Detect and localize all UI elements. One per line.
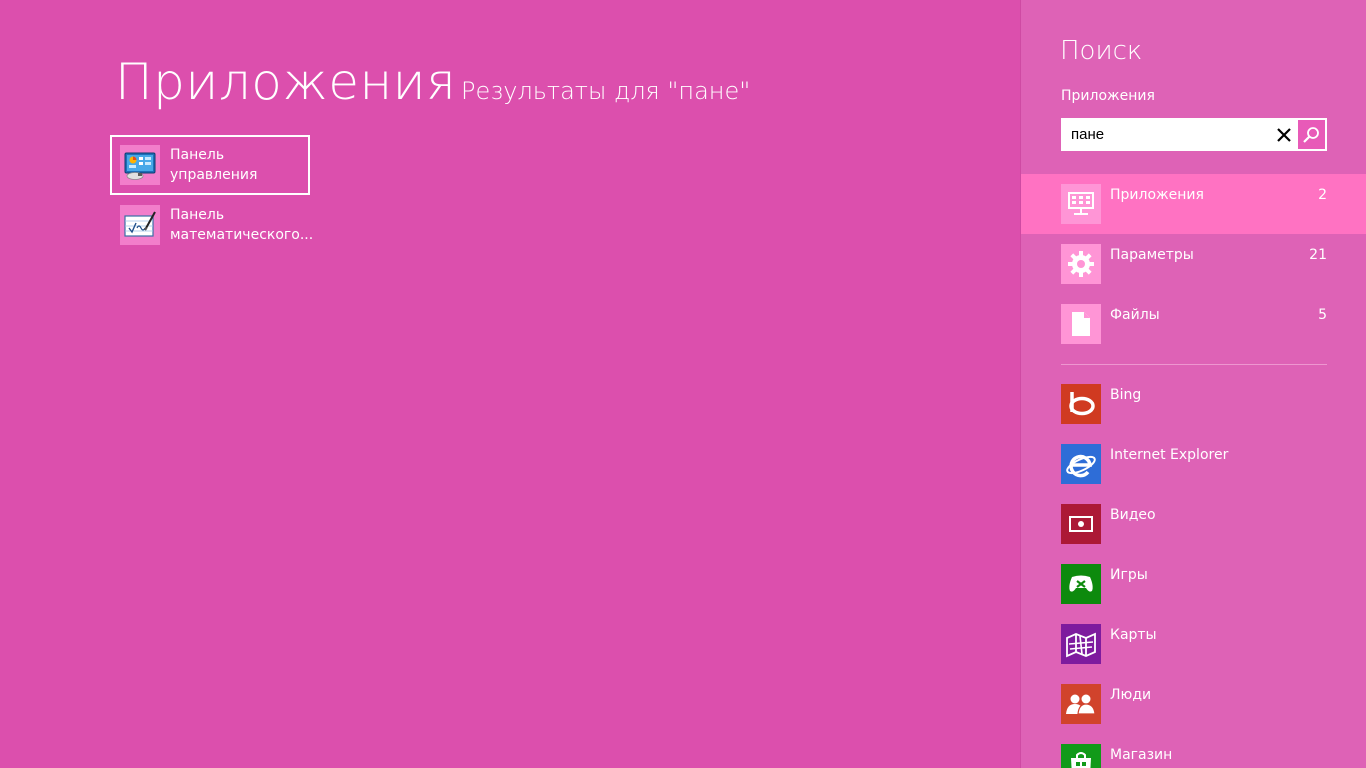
app-games[interactable]: Игры [1021, 554, 1366, 614]
app-video[interactable]: Видео [1021, 494, 1366, 554]
search-charm-panel: Поиск Приложения Приложен [1020, 0, 1366, 768]
math-input-panel-icon [120, 205, 160, 245]
people-icon [1061, 684, 1101, 724]
app-bing[interactable]: Bing [1021, 374, 1366, 434]
file-icon [1061, 304, 1101, 344]
bing-icon [1061, 384, 1101, 424]
search-results-area: Приложения Результаты для "пане" Панель … [0, 0, 1020, 768]
app-internet-explorer[interactable]: Internet Explorer [1021, 434, 1366, 494]
video-icon [1061, 504, 1101, 544]
clear-search-button[interactable] [1270, 120, 1298, 149]
result-label: Панель математического... [170, 207, 314, 243]
search-box [1061, 118, 1327, 151]
results-subtitle: Результаты для "пане" [461, 77, 751, 105]
scope-files[interactable]: Файлы 5 [1021, 294, 1366, 354]
app-name: Bing [1110, 387, 1142, 403]
app-store[interactable]: Магазин [1021, 734, 1366, 768]
search-icon [1303, 126, 1320, 143]
result-label: Панель управления [170, 147, 258, 183]
maps-icon [1061, 624, 1101, 664]
apps-icon [1061, 184, 1101, 224]
games-icon [1061, 564, 1101, 604]
app-name: Люди [1110, 687, 1152, 703]
result-math-input-panel[interactable]: Панель математического... [110, 195, 314, 255]
search-input[interactable] [1063, 120, 1270, 149]
scope-apps[interactable]: Приложения 2 [1021, 174, 1366, 234]
gear-icon [1061, 244, 1101, 284]
search-button[interactable] [1297, 120, 1325, 149]
store-icon [1061, 744, 1101, 768]
app-name: Видео [1110, 507, 1156, 523]
scope-settings[interactable]: Параметры 21 [1021, 234, 1366, 294]
app-people[interactable]: Люди [1021, 674, 1366, 734]
control-panel-icon [120, 145, 160, 185]
charm-title: Поиск [1060, 36, 1143, 66]
search-scope-label: Приложения [1061, 88, 1155, 104]
scope-name: Приложения [1110, 187, 1204, 203]
divider [1061, 364, 1327, 365]
page-title: Приложения [115, 53, 457, 111]
close-icon [1276, 127, 1291, 142]
app-name: Internet Explorer [1110, 447, 1229, 463]
scope-count: 5 [1318, 307, 1327, 323]
app-name: Карты [1110, 627, 1157, 643]
app-name: Магазин [1110, 747, 1173, 763]
scope-count: 2 [1318, 187, 1327, 203]
internet-explorer-icon [1061, 444, 1101, 484]
app-name: Игры [1110, 567, 1148, 583]
result-control-panel[interactable]: Панель управления [110, 135, 310, 195]
scope-count: 21 [1309, 247, 1327, 263]
scope-name: Файлы [1110, 307, 1160, 323]
scope-name: Параметры [1110, 247, 1194, 263]
app-maps[interactable]: Карты [1021, 614, 1366, 674]
